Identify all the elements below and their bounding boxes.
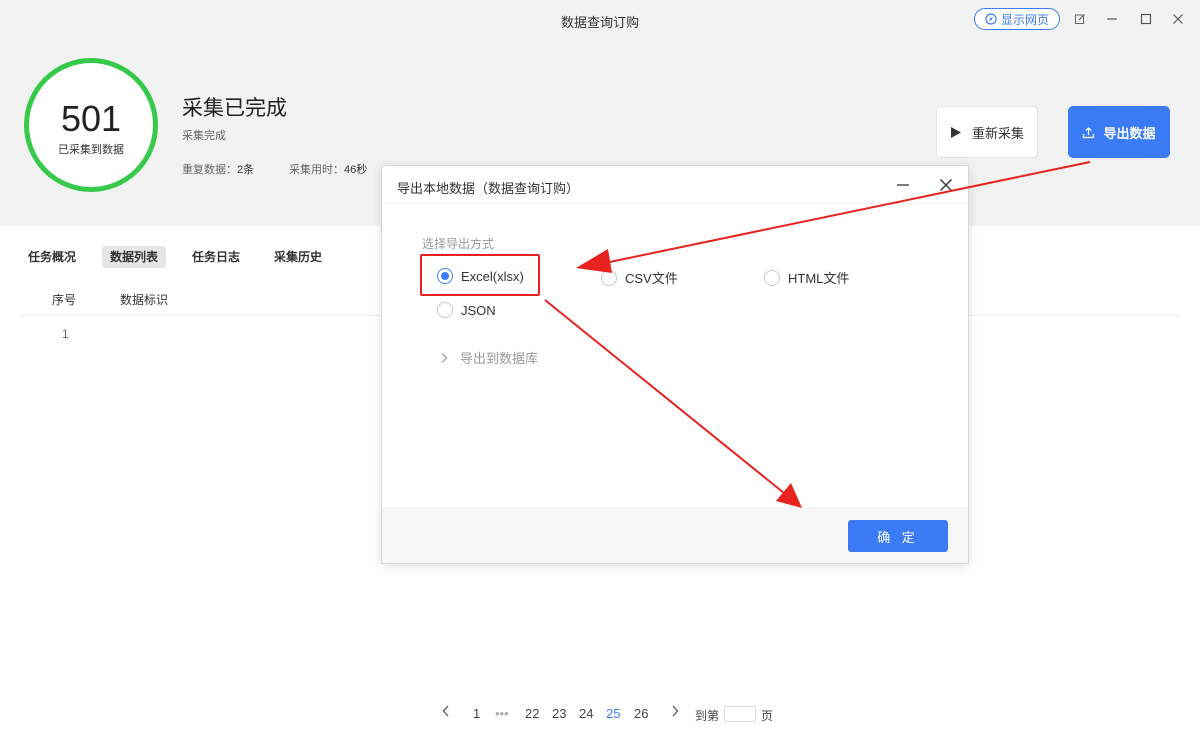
radio-excel[interactable]: Excel(xlsx) [437,268,524,284]
chevron-right-icon [672,705,679,717]
radio-checked-icon [437,268,453,284]
show-web-button[interactable]: 显示网页 [974,8,1060,30]
page-26[interactable]: 26 [634,706,648,721]
tab-history[interactable]: 采集历史 [266,246,330,268]
close-icon [940,179,952,191]
confirm-button[interactable]: 确 定 [848,520,948,552]
radio-excel-label: Excel(xlsx) [461,268,524,284]
collected-count: 501 [60,98,122,139]
radio-csv-label: CSV文件 [625,271,678,286]
export-method-label: 选择导出方式 [422,237,495,251]
maximize-icon [1140,13,1152,25]
minimize-icon [897,184,909,186]
dialog-close-button[interactable] [937,176,955,194]
dialog-footer: 确 定 [382,507,968,563]
radio-csv[interactable]: CSV文件 [601,268,678,287]
recollect-label: 重新采集 [971,125,1024,141]
duration-stat: 采集用时：46秒 [289,161,367,177]
dialog-header: 导出本地数据（数据查询订购） [382,166,968,204]
chevron-left-icon [442,705,449,717]
radio-json[interactable]: JSON [437,302,496,318]
page-jump-prefix: 到第 [695,709,720,723]
play-icon [950,126,961,138]
export-dialog: 导出本地数据（数据查询订购） 选择导出方式 Excel(xlsx) CSV文件 … [381,165,969,564]
radio-unchecked-icon [437,302,453,318]
tab-task-log[interactable]: 任务日志 [184,246,248,268]
collected-count-ring: 501 已采集到数据 [24,58,158,192]
next-page-button[interactable] [670,704,680,721]
compass-icon [985,13,997,25]
page-24[interactable]: 24 [579,706,593,721]
upload-icon [1083,126,1095,138]
radio-unchecked-icon [764,269,780,286]
maximize-button[interactable] [1136,10,1156,28]
status-subtitle: 采集完成 [182,130,226,142]
page-jump-input[interactable] [724,706,756,722]
minimize-button[interactable] [1102,10,1122,28]
prev-page-button[interactable] [441,704,451,721]
collected-count-label: 已采集到数据 [58,144,124,156]
column-header-id: 数据标识 [120,293,169,307]
status-title: 采集已完成 [182,97,287,120]
page-first[interactable]: 1 [473,706,480,721]
export-data-button[interactable]: 导出数据 [1068,106,1170,158]
radio-json-label: JSON [461,302,496,318]
radio-html-label: HTML文件 [788,271,850,286]
show-web-label: 显示网页 [1000,12,1049,27]
duplicate-stat-label: 重复数据： [182,164,237,176]
export-to-database-label: 导出到数据库 [460,351,539,366]
page-23[interactable]: 23 [552,706,566,721]
column-header-index: 序号 [52,293,77,307]
dialog-minimize-button[interactable] [894,176,912,194]
duplicate-stat: 重复数据：2条 [182,161,254,177]
tab-data-list[interactable]: 数据列表 [102,246,167,268]
close-icon [1173,14,1183,24]
radio-unchecked-icon [601,269,617,286]
dialog-title: 导出本地数据（数据查询订购） [397,181,580,196]
page-25-current[interactable]: 25 [606,706,620,721]
page-jump-suffix: 页 [761,709,774,723]
export-to-database-toggle[interactable]: 导出到数据库 [440,348,538,367]
table-row-index: 1 [62,327,69,341]
edit-icon [1075,14,1085,24]
radio-html[interactable]: HTML文件 [764,268,849,287]
page-ellipsis-icon[interactable]: ••• [495,706,509,721]
export-data-label: 导出数据 [1103,125,1156,141]
duplicate-stat-value: 2条 [237,164,255,176]
page-22[interactable]: 22 [525,706,539,721]
tab-overview[interactable]: 任务概况 [20,246,84,268]
close-window-button[interactable] [1168,10,1188,28]
duration-stat-label: 采集用时： [289,164,344,176]
edit-window-button[interactable] [1070,10,1090,28]
chevron-right-icon [441,352,448,363]
duration-stat-value: 46秒 [344,164,368,176]
minimize-icon [1107,18,1117,20]
recollect-button[interactable]: 重新采集 [936,106,1038,158]
